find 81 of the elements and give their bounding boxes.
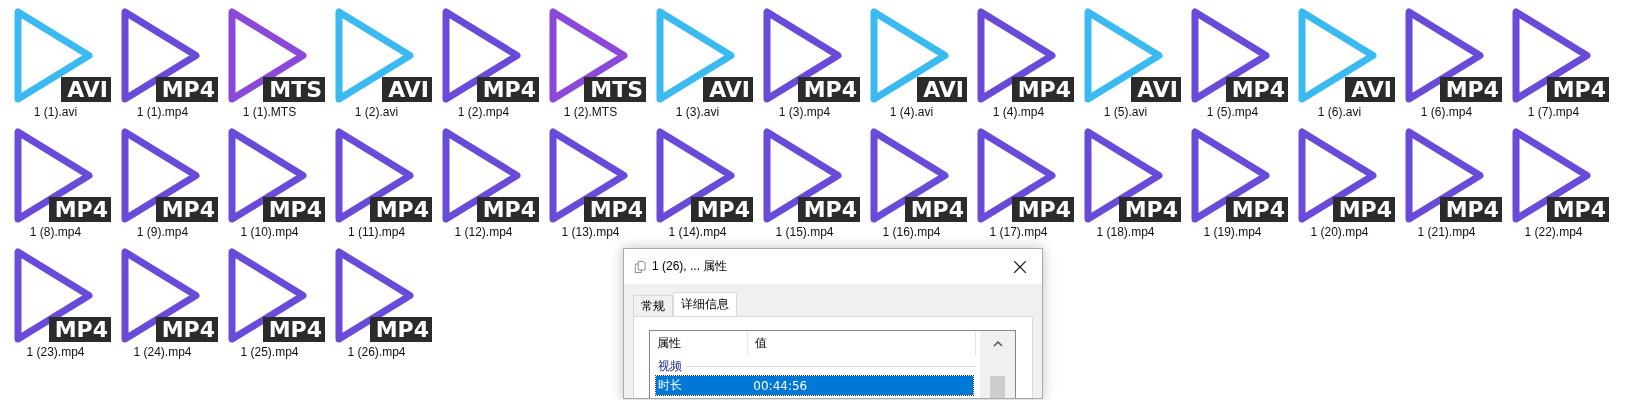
file-name[interactable]: 1 (5).avi [1103,105,1148,119]
file-name[interactable]: 1 (10).mp4 [240,225,299,239]
tab[interactable]: 详细信息 [673,292,737,316]
file-name[interactable]: 1 (6).mp4 [1420,105,1473,119]
file-name[interactable]: 1 (26).mp4 [347,345,406,359]
close-icon[interactable] [1013,259,1027,274]
format-badge: AVI [703,77,753,102]
file-name[interactable]: 1 (1).avi [33,105,78,119]
file-name[interactable]: 1 (15).mp4 [775,225,834,239]
file-name[interactable]: 1 (22).mp4 [1524,225,1583,239]
file-name[interactable]: 1 (5).mp4 [1206,105,1259,119]
window-title: 1 (26), ... 属性 [652,258,729,275]
format-badge: MP4 [155,77,218,102]
file-name[interactable]: 1 (1).MTS [242,105,297,119]
format-badge: AVI [61,77,111,102]
file-name[interactable]: 1 (8).mp4 [29,225,82,239]
file-name[interactable]: 1 (4).avi [889,105,934,119]
file-name[interactable]: 1 (23).mp4 [26,345,85,359]
format-badge: MTS [263,77,325,102]
format-badge: MP4 [797,77,860,102]
format-badge: MP4 [476,77,539,102]
format-badge: MP4 [583,197,646,222]
format-badge: AVI [1131,77,1181,102]
property-row[interactable]: 时长 00:44:56 [656,376,973,395]
format-badge: MP4 [48,197,111,222]
format-badge: MP4 [1225,77,1288,102]
format-badge: MP4 [1118,197,1181,222]
format-badge: AVI [917,77,967,102]
file-name[interactable]: 1 (1).mp4 [136,105,189,119]
column-header[interactable]: 值 [748,331,976,356]
files-icon [634,259,646,274]
file-name[interactable]: 1 (12).mp4 [454,225,513,239]
format-badge: MP4 [369,197,432,222]
format-badge: MP4 [262,317,325,342]
format-badge: MP4 [1011,197,1074,222]
format-badge: AVI [382,77,432,102]
format-badge: MP4 [48,317,111,342]
format-badge: MP4 [262,197,325,222]
format-badge: MP4 [369,317,432,342]
column-header[interactable]: 属性 [650,331,748,356]
file-name[interactable]: 1 (24).mp4 [133,345,192,359]
file-name[interactable]: 1 (2).MTS [563,105,618,119]
file-name[interactable]: 1 (21).mp4 [1417,225,1476,239]
file-name[interactable]: 1 (6).avi [1317,105,1362,119]
format-badge: MP4 [1439,77,1502,102]
table-cell-text: 00:44:56 [752,378,809,393]
format-badge: MP4 [1011,77,1074,102]
table-cell-text: 时长 [657,377,683,394]
file-name[interactable]: 1 (17).mp4 [989,225,1048,239]
file-name[interactable]: 1 (3).avi [675,105,720,119]
format-badge: MP4 [1332,197,1395,222]
file-name[interactable]: 1 (4).mp4 [992,105,1045,119]
format-badge: MP4 [1546,77,1609,102]
file-name[interactable]: 1 (16).mp4 [882,225,941,239]
file-name[interactable]: 1 (11).mp4 [347,225,406,239]
file-name[interactable]: 1 (18).mp4 [1096,225,1155,239]
format-badge: MP4 [904,197,967,222]
file-name[interactable]: 1 (13).mp4 [561,225,620,239]
file-name[interactable]: 1 (3).mp4 [778,105,831,119]
format-badge: AVI [1345,77,1395,102]
format-badge: MP4 [1546,197,1609,222]
file-name[interactable]: 1 (2).avi [354,105,399,119]
format-badge: MP4 [155,197,218,222]
format-badge: MP4 [690,197,753,222]
format-badge: MP4 [1225,197,1288,222]
format-badge: MP4 [155,317,218,342]
file-name[interactable]: 1 (9).mp4 [136,225,189,239]
format-badge: MP4 [476,197,539,222]
group-heading: 视频 [658,357,682,375]
file-name[interactable]: 1 (19).mp4 [1203,225,1262,239]
format-badge: MP4 [797,197,860,222]
file-name[interactable]: 1 (2).mp4 [457,105,510,119]
tab[interactable]: 常规 [633,295,673,316]
format-badge: MTS [584,77,646,102]
file-name[interactable]: 1 (7).mp4 [1527,105,1580,119]
file-name[interactable]: 1 (14).mp4 [668,225,727,239]
file-name[interactable]: 1 (20).mp4 [1310,225,1369,239]
file-name[interactable]: 1 (25).mp4 [240,345,299,359]
format-badge: MP4 [1439,197,1502,222]
scrollbar[interactable] [980,331,1015,398]
scroll-thumb[interactable] [990,376,1005,398]
